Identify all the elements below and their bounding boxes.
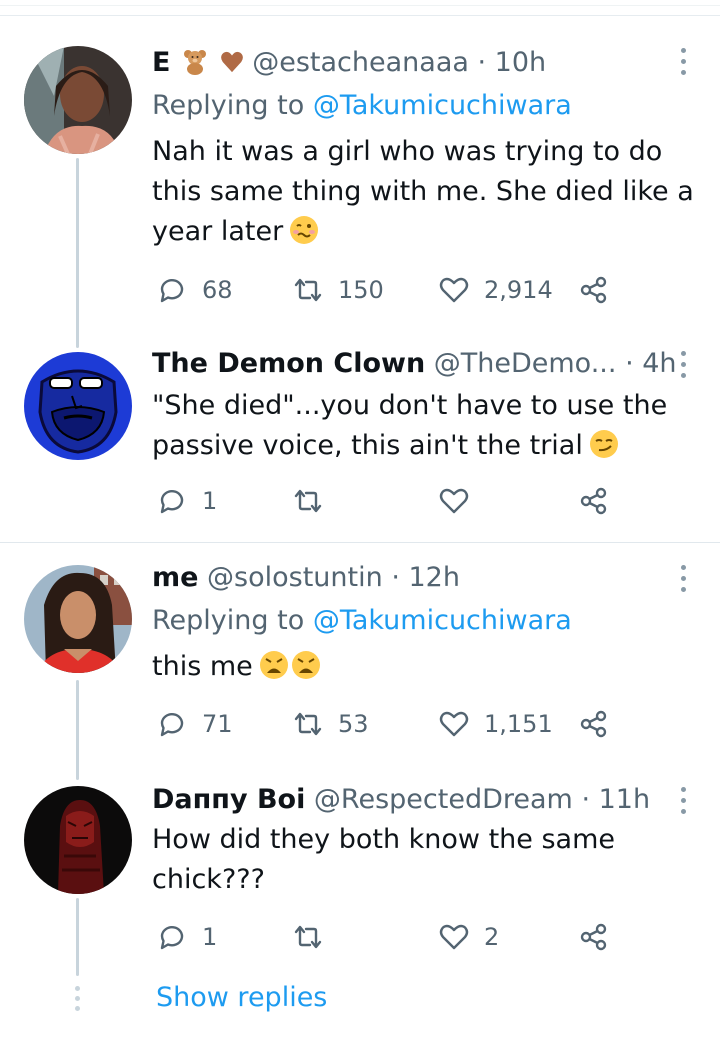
tweet-actions: 1 bbox=[156, 481, 626, 521]
share-icon bbox=[580, 923, 607, 951]
retweet-button[interactable] bbox=[292, 481, 324, 521]
share-button[interactable] bbox=[578, 270, 610, 310]
reply-icon bbox=[160, 279, 184, 303]
heart-icon bbox=[439, 277, 469, 303]
replying-to: Replying to @Takumicuchiwara bbox=[152, 88, 572, 124]
thread-continuation-dots-icon bbox=[73, 986, 81, 1016]
brown-heart-emoji bbox=[220, 51, 243, 73]
retweet-icon bbox=[294, 489, 322, 513]
heart-icon bbox=[439, 924, 469, 950]
retweet-count: 53 bbox=[338, 710, 369, 738]
display-name[interactable]: E bbox=[152, 47, 170, 78]
reply-count: 68 bbox=[202, 276, 233, 304]
show-replies-link[interactable]: Show replies bbox=[156, 980, 327, 1016]
tweet-text: this me bbox=[152, 647, 700, 687]
tweet-text-body: this me bbox=[152, 651, 253, 682]
reply-icon bbox=[160, 713, 184, 737]
avatar[interactable] bbox=[24, 786, 132, 894]
weary-face-emoji bbox=[259, 651, 288, 679]
replying-to-label: Replying to bbox=[152, 90, 305, 121]
tweet-text-body: Nah it was a girl who was trying to do t… bbox=[152, 136, 703, 247]
reply-count: 1 bbox=[202, 487, 218, 515]
share-button[interactable] bbox=[578, 917, 610, 957]
replying-to-label: Replying to bbox=[152, 605, 305, 636]
tweet-text: "She died"...you don't have to use the p… bbox=[152, 386, 700, 466]
more-options-icon[interactable] bbox=[676, 45, 690, 79]
tweet-actions: 68 150 2,914 bbox=[156, 270, 626, 310]
avatar[interactable] bbox=[24, 352, 132, 460]
tweet-text-body: How did they both know the same chick??? bbox=[152, 824, 624, 895]
tweet-header: me @solostuntin · 12h bbox=[152, 560, 460, 596]
tweet-text: Nah it was a girl who was trying to do t… bbox=[152, 132, 700, 252]
like-button[interactable]: 2,914 bbox=[438, 270, 553, 310]
avatar-drawing bbox=[24, 352, 132, 460]
display-name[interactable]: Dаппу Boi bbox=[152, 784, 305, 815]
retweet-icon bbox=[294, 712, 322, 736]
like-button[interactable] bbox=[438, 481, 470, 521]
retweet-icon bbox=[294, 925, 322, 949]
like-count: 1,151 bbox=[484, 710, 553, 738]
avatar[interactable] bbox=[24, 46, 132, 154]
share-button[interactable] bbox=[578, 704, 610, 744]
weary-face-emoji bbox=[291, 651, 320, 679]
thread-divider bbox=[0, 542, 720, 543]
timestamp[interactable]: · 12h bbox=[391, 562, 460, 593]
top-divider bbox=[0, 0, 720, 16]
like-button[interactable]: 1,151 bbox=[438, 704, 553, 744]
share-icon bbox=[580, 710, 607, 738]
reply-icon bbox=[160, 490, 184, 514]
avatar-photo bbox=[24, 786, 132, 894]
tweet-header: E @estacheanaaa · 10h bbox=[152, 45, 546, 81]
replying-to-handle[interactable]: @Takumicuchiwara bbox=[313, 605, 572, 636]
woozy-face-emoji bbox=[290, 216, 319, 244]
reply-count: 71 bbox=[202, 710, 233, 738]
heart-icon bbox=[439, 488, 469, 514]
replying-to: Replying to @Takumicuchiwara bbox=[152, 603, 572, 639]
thread-line bbox=[76, 158, 79, 348]
reply-icon bbox=[160, 926, 184, 950]
timestamp[interactable]: · 10h bbox=[478, 47, 547, 78]
reply-button[interactable]: 1 bbox=[156, 917, 217, 957]
reply-button[interactable]: 68 bbox=[156, 270, 233, 310]
heart-icon bbox=[439, 711, 469, 737]
avatar-photo bbox=[24, 565, 132, 673]
teddy-bear-emoji bbox=[184, 50, 207, 75]
tweet-header: The Demon Clown @TheDemo... · 4h bbox=[152, 346, 677, 382]
reply-count: 1 bbox=[202, 923, 218, 951]
share-icon bbox=[580, 487, 607, 515]
reply-button[interactable]: 71 bbox=[156, 704, 233, 744]
reply-button[interactable]: 1 bbox=[156, 481, 217, 521]
tweet-header: Dаппу Boi @RespectedDream · 11h bbox=[152, 782, 650, 818]
retweet-button[interactable] bbox=[292, 917, 324, 957]
handle[interactable]: @RespectedDream bbox=[314, 784, 573, 815]
tweet-actions: 1 2 bbox=[156, 917, 626, 957]
retweet-icon bbox=[294, 278, 322, 302]
tweet-actions: 71 53 1,151 bbox=[156, 704, 626, 744]
timestamp[interactable]: · 11h bbox=[581, 784, 650, 815]
more-options-icon[interactable] bbox=[676, 348, 690, 382]
display-name[interactable]: The Demon Clown bbox=[152, 348, 425, 379]
timestamp[interactable]: · 4h bbox=[625, 348, 676, 379]
more-options-icon[interactable] bbox=[676, 784, 690, 818]
retweet-button[interactable]: 150 bbox=[292, 270, 384, 310]
replying-to-handle[interactable]: @Takumicuchiwara bbox=[313, 90, 572, 121]
tweet-text: How did they both know the same chick??? bbox=[152, 820, 700, 900]
thread-line bbox=[76, 898, 79, 976]
display-name[interactable]: me bbox=[152, 562, 198, 593]
like-count: 2 bbox=[484, 923, 500, 951]
handle[interactable]: @estacheanaaa bbox=[252, 47, 469, 78]
retweet-count: 150 bbox=[338, 276, 384, 304]
share-button[interactable] bbox=[578, 481, 610, 521]
more-options-icon[interactable] bbox=[676, 562, 690, 596]
thread-line bbox=[76, 680, 79, 780]
like-button[interactable]: 2 bbox=[438, 917, 499, 957]
handle[interactable]: @solostuntin bbox=[207, 562, 383, 593]
handle[interactable]: @TheDemo... bbox=[434, 348, 617, 379]
retweet-button[interactable]: 53 bbox=[292, 704, 369, 744]
smirking-face-emoji bbox=[589, 430, 618, 458]
avatar[interactable] bbox=[24, 565, 132, 673]
like-count: 2,914 bbox=[484, 276, 553, 304]
share-icon bbox=[580, 276, 607, 304]
avatar-photo bbox=[24, 46, 132, 154]
